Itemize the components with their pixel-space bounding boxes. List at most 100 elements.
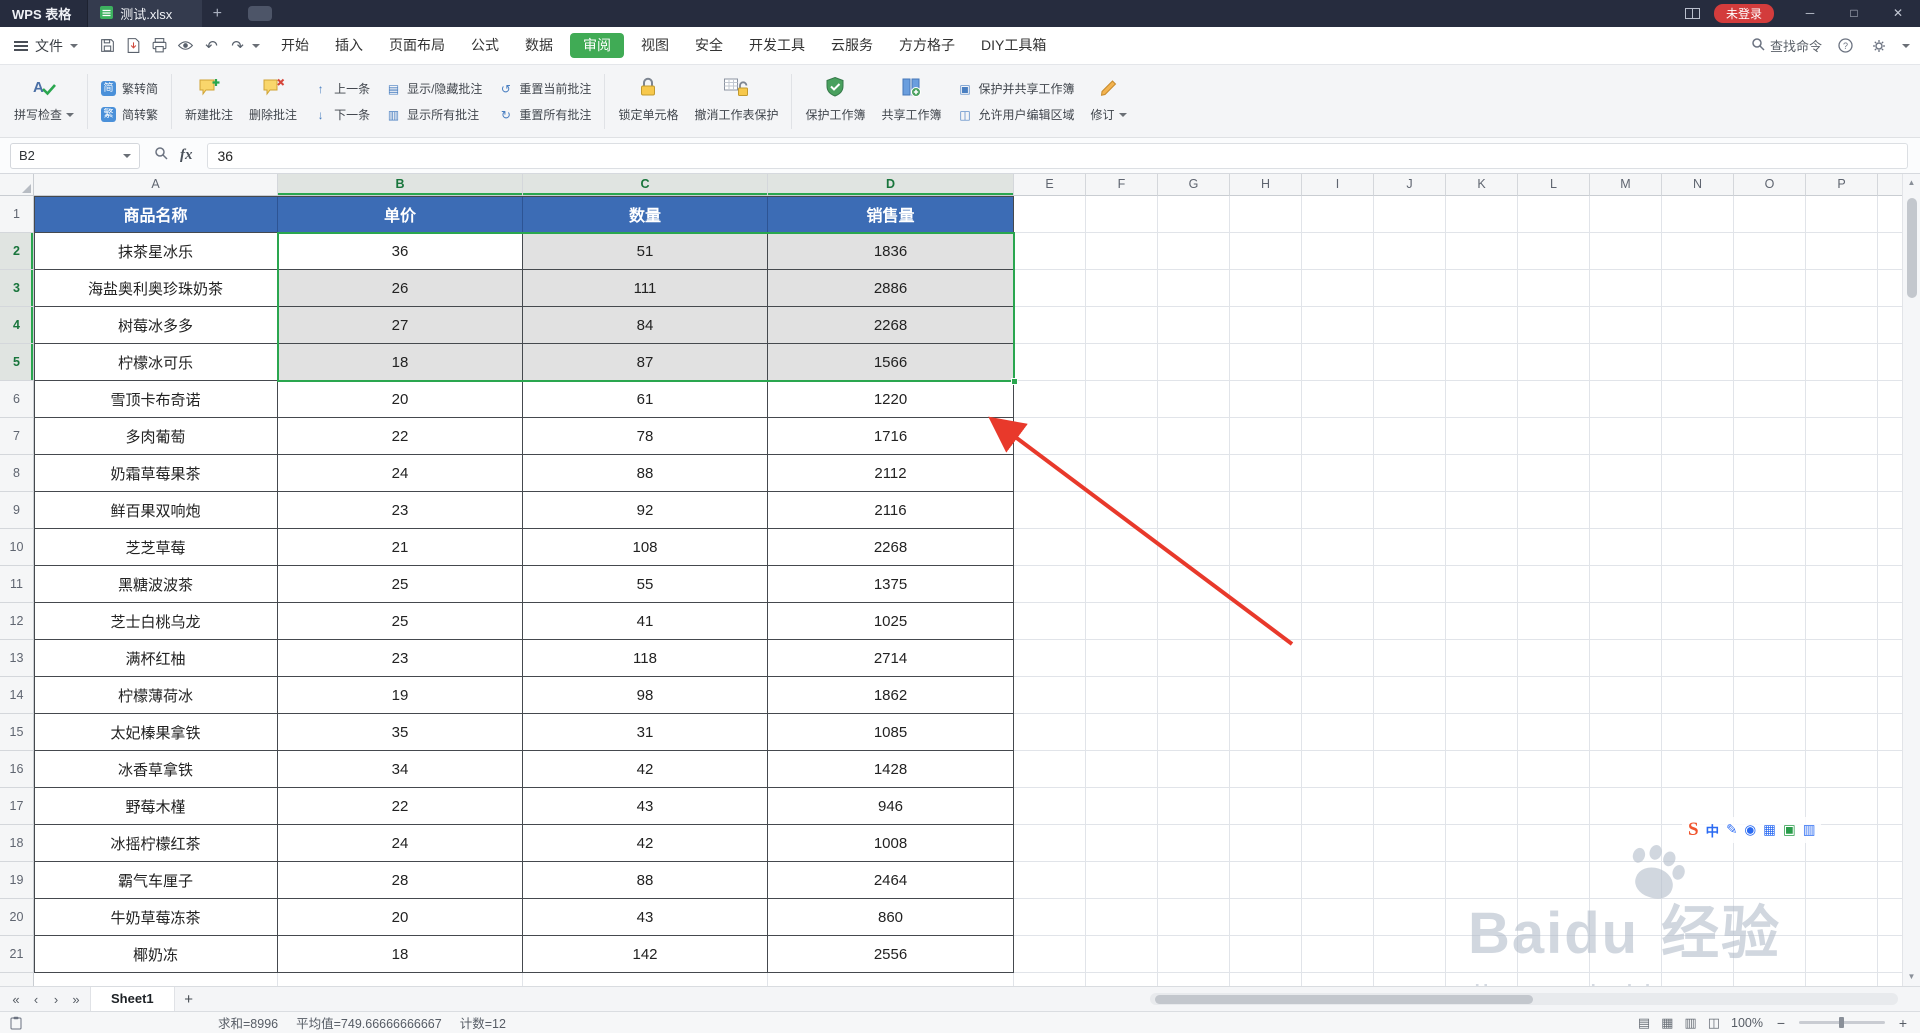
cell-L21[interactable] <box>1518 936 1590 973</box>
cell-I4[interactable] <box>1302 307 1374 344</box>
close-button[interactable]: ✕ <box>1876 0 1920 27</box>
vertical-scroll-thumb[interactable] <box>1907 198 1917 298</box>
cell-D2[interactable]: 1836 <box>768 233 1014 270</box>
cell-I5[interactable] <box>1302 344 1374 381</box>
cell-P19[interactable] <box>1806 862 1878 899</box>
cell-E10[interactable] <box>1014 529 1086 566</box>
cell-D19[interactable]: 2464 <box>768 862 1014 899</box>
cell-H17[interactable] <box>1230 788 1302 825</box>
cell-K13[interactable] <box>1446 640 1518 677</box>
formula-input[interactable]: 36 <box>206 142 1908 169</box>
cell-J11[interactable] <box>1374 566 1446 603</box>
cell-I13[interactable] <box>1302 640 1374 677</box>
cell-P3[interactable] <box>1806 270 1878 307</box>
cell-K3[interactable] <box>1446 270 1518 307</box>
cell-G7[interactable] <box>1158 418 1230 455</box>
ime-toolbox-icon[interactable]: ▥ <box>1803 822 1816 838</box>
cell-I9[interactable] <box>1302 492 1374 529</box>
cell-J2[interactable] <box>1374 233 1446 270</box>
cell-H16[interactable] <box>1230 751 1302 788</box>
row-header-19[interactable]: 19 <box>0 862 34 899</box>
cell-H14[interactable] <box>1230 677 1302 714</box>
cell-P14[interactable] <box>1806 677 1878 714</box>
cell-N12[interactable] <box>1662 603 1734 640</box>
cell-D8[interactable]: 2112 <box>768 455 1014 492</box>
cell-C8[interactable]: 88 <box>523 455 768 492</box>
last-sheet-icon[interactable]: » <box>66 992 86 1007</box>
cell-K7[interactable] <box>1446 418 1518 455</box>
cell-A8[interactable]: 奶霜草莓果茶 <box>34 455 278 492</box>
column-header-G[interactable]: G <box>1158 174 1230 196</box>
cell-N14[interactable] <box>1662 677 1734 714</box>
cell-L1[interactable] <box>1518 196 1590 233</box>
name-box[interactable]: B2 <box>10 142 140 169</box>
zoom-out-button[interactable]: − <box>1774 1015 1788 1031</box>
cell-H11[interactable] <box>1230 566 1302 603</box>
cell-P8[interactable] <box>1806 455 1878 492</box>
cell-C21[interactable]: 142 <box>523 936 768 973</box>
row-header-22[interactable]: 22 <box>0 973 34 986</box>
cell-I2[interactable] <box>1302 233 1374 270</box>
menu-tab-开发工具[interactable]: 开发工具 <box>736 27 818 64</box>
cell-G3[interactable] <box>1158 270 1230 307</box>
cell-G11[interactable] <box>1158 566 1230 603</box>
cell-B8[interactable]: 24 <box>278 455 523 492</box>
cell-M11[interactable] <box>1590 566 1662 603</box>
cell-L13[interactable] <box>1518 640 1590 677</box>
cell-J18[interactable] <box>1374 825 1446 862</box>
cell-K18[interactable] <box>1446 825 1518 862</box>
cell-N16[interactable] <box>1662 751 1734 788</box>
redo-button[interactable]: ↷ <box>226 34 249 57</box>
cell-K21[interactable] <box>1446 936 1518 973</box>
cell-G6[interactable] <box>1158 381 1230 418</box>
cell-M18[interactable] <box>1590 825 1662 862</box>
cell-P10[interactable] <box>1806 529 1878 566</box>
cell-B13[interactable]: 23 <box>278 640 523 677</box>
cell-F14[interactable] <box>1086 677 1158 714</box>
cell-O8[interactable] <box>1734 455 1806 492</box>
cell-B21[interactable]: 18 <box>278 936 523 973</box>
cell-M13[interactable] <box>1590 640 1662 677</box>
cell-A21[interactable]: 椰奶冻 <box>34 936 278 973</box>
cell-C15[interactable]: 31 <box>523 714 768 751</box>
cell-A19[interactable]: 霸气车厘子 <box>34 862 278 899</box>
name-box-dropdown-icon[interactable] <box>123 153 131 158</box>
cell-N11[interactable] <box>1662 566 1734 603</box>
zoom-slider[interactable] <box>1799 1017 1885 1028</box>
cell-J20[interactable] <box>1374 899 1446 936</box>
cell-B17[interactable]: 22 <box>278 788 523 825</box>
simp-to-trad-button[interactable]: 繁简转繁 <box>101 106 158 123</box>
cell-L11[interactable] <box>1518 566 1590 603</box>
cell-C3[interactable]: 111 <box>523 270 768 307</box>
cell-M16[interactable] <box>1590 751 1662 788</box>
cell-M7[interactable] <box>1590 418 1662 455</box>
cell-O15[interactable] <box>1734 714 1806 751</box>
cell-O10[interactable] <box>1734 529 1806 566</box>
cell-D3[interactable]: 2886 <box>768 270 1014 307</box>
cell-G16[interactable] <box>1158 751 1230 788</box>
cell-L19[interactable] <box>1518 862 1590 899</box>
prev-comment-button[interactable]: ↑ 上一条 <box>313 80 371 97</box>
cell-B6[interactable]: 20 <box>278 381 523 418</box>
cell-C11[interactable]: 55 <box>523 566 768 603</box>
cell-H19[interactable] <box>1230 862 1302 899</box>
cell-F10[interactable] <box>1086 529 1158 566</box>
cell-E21[interactable] <box>1014 936 1086 973</box>
cell-M6[interactable] <box>1590 381 1662 418</box>
cell-F18[interactable] <box>1086 825 1158 862</box>
menu-tab-页面布局[interactable]: 页面布局 <box>376 27 458 64</box>
cell-M3[interactable] <box>1590 270 1662 307</box>
protect-share-workbook-button[interactable]: ▣ 保护并共享工作簿 <box>958 80 1074 97</box>
cell-F6[interactable] <box>1086 381 1158 418</box>
cell-B5[interactable]: 18 <box>278 344 523 381</box>
menu-tab-审阅[interactable]: 审阅 <box>570 33 624 58</box>
cell-C4[interactable]: 84 <box>523 307 768 344</box>
cell-O22[interactable] <box>1734 973 1806 986</box>
app-logo[interactable]: WPS 表格 <box>0 4 87 23</box>
cell-K16[interactable] <box>1446 751 1518 788</box>
cell-O2[interactable] <box>1734 233 1806 270</box>
allow-edit-ranges-button[interactable]: ◫ 允许用户编辑区域 <box>958 106 1074 123</box>
cell-I8[interactable] <box>1302 455 1374 492</box>
menu-tab-开始[interactable]: 开始 <box>268 27 322 64</box>
cell-A3[interactable]: 海盐奥利奥珍珠奶茶 <box>34 270 278 307</box>
